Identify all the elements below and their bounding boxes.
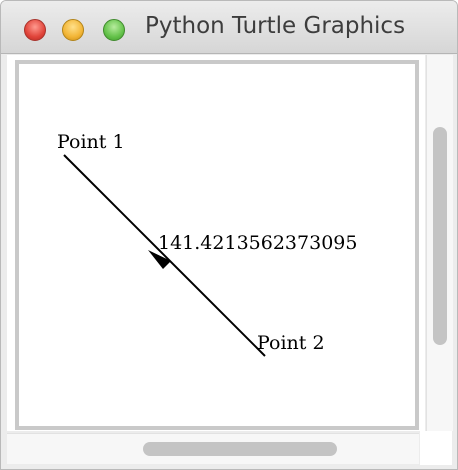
minimize-window-icon[interactable] xyxy=(62,19,84,41)
title-bar[interactable]: Python Turtle Graphics xyxy=(1,1,457,54)
point-1-label: Point 1 xyxy=(57,131,125,153)
point-2-label: Point 2 xyxy=(257,332,325,354)
turtle-window: Python Turtle Graphics Point 1 141.42135… xyxy=(0,0,458,470)
horizontal-scroll-thumb[interactable] xyxy=(143,442,337,456)
turtle-canvas[interactable]: Point 1 141.4213562373095 Point 2 xyxy=(15,60,419,430)
window-title: Python Turtle Graphics xyxy=(145,13,406,39)
distance-label: 141.4213562373095 xyxy=(158,232,358,254)
zoom-window-icon[interactable] xyxy=(103,19,125,41)
connecting-line xyxy=(63,154,266,357)
vertical-scrollbar[interactable] xyxy=(426,55,453,431)
horizontal-scrollbar[interactable] xyxy=(7,433,419,464)
canvas-scroll-area: Point 1 141.4213562373095 Point 2 xyxy=(7,55,425,431)
scroll-corner xyxy=(420,431,452,465)
vertical-scroll-thumb[interactable] xyxy=(433,127,447,345)
close-window-icon[interactable] xyxy=(24,19,46,41)
